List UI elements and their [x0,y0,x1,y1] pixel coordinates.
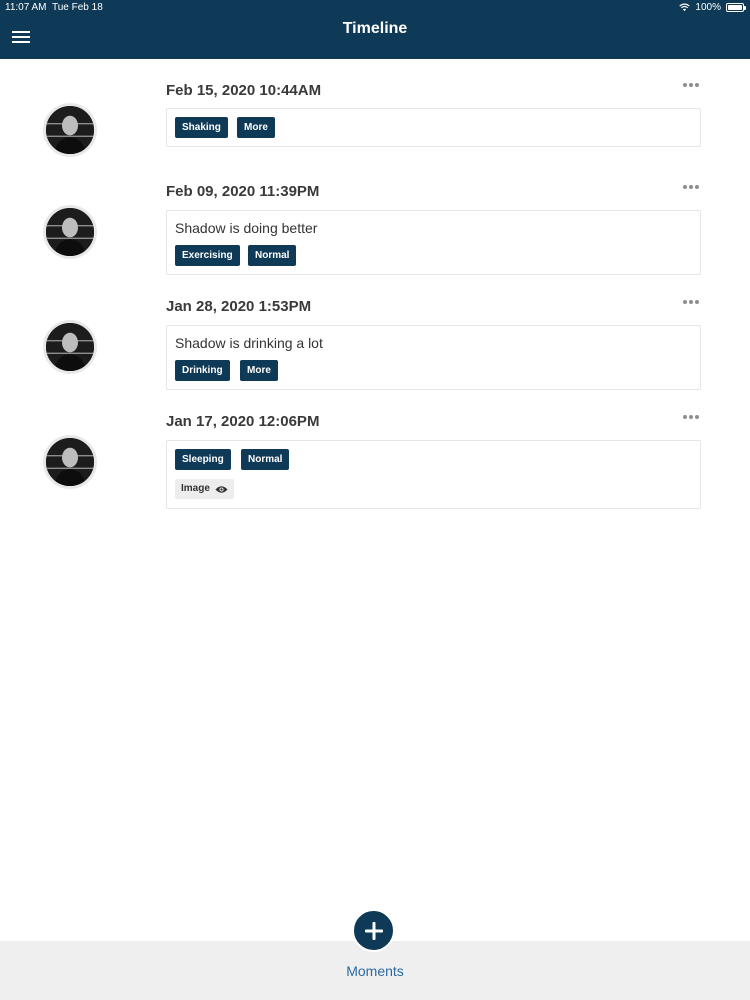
tag-badge: Normal [241,449,290,470]
image-attachment-label: Image [181,483,210,494]
entry-note: Shadow is doing better [175,220,318,236]
app-header: 11:07 AM Tue Feb 18 100% Timeline [0,0,750,59]
plus-icon [364,921,383,940]
page-title: Timeline [342,20,408,37]
entry-date: Feb 09, 2020 11:39PM [166,183,320,200]
more-horizontal-icon[interactable] [683,415,701,421]
avatar [43,205,97,259]
entry-card[interactable]: Shaking More [166,108,701,147]
entry-note: Shadow is drinking a lot [175,335,323,351]
image-attachment-button[interactable]: Image [175,479,234,499]
more-horizontal-icon[interactable] [683,300,701,306]
avatar [43,103,97,157]
battery-icon [726,3,746,12]
add-moment-button[interactable] [352,909,395,952]
tag-badge: Shaking [175,117,228,138]
avatar [43,435,97,489]
entry-card[interactable]: Shadow is drinking a lot Drinking More [166,325,701,390]
tag-badge: Drinking [175,360,230,381]
status-bar: 11:07 AM Tue Feb 18 100% [0,0,750,16]
entry-card[interactable]: Shadow is doing better Exercising Normal [166,210,701,275]
tag-badge: More [240,360,278,381]
tag-badge: Exercising [175,245,240,266]
tab-moments[interactable]: Moments [0,963,750,979]
entry-date: Jan 17, 2020 12:06PM [166,413,320,430]
avatar [43,320,97,374]
status-time: 11:07 AM [5,2,47,13]
more-horizontal-icon[interactable] [683,185,701,191]
more-horizontal-icon[interactable] [683,83,701,89]
entry-date: Feb 15, 2020 10:44AM [166,82,322,99]
wifi-icon [679,3,691,12]
entry-card[interactable]: Sleeping Normal Image [166,440,701,509]
tag-badge: More [237,117,275,138]
status-date: Tue Feb 18 [52,2,103,13]
battery-percent: 100% [695,2,721,13]
entry-date: Jan 28, 2020 1:53PM [166,298,312,315]
status-right: 100% [679,2,746,13]
eye-icon [215,485,228,493]
tag-badge: Sleeping [175,449,231,470]
tag-badge: Normal [248,245,297,266]
